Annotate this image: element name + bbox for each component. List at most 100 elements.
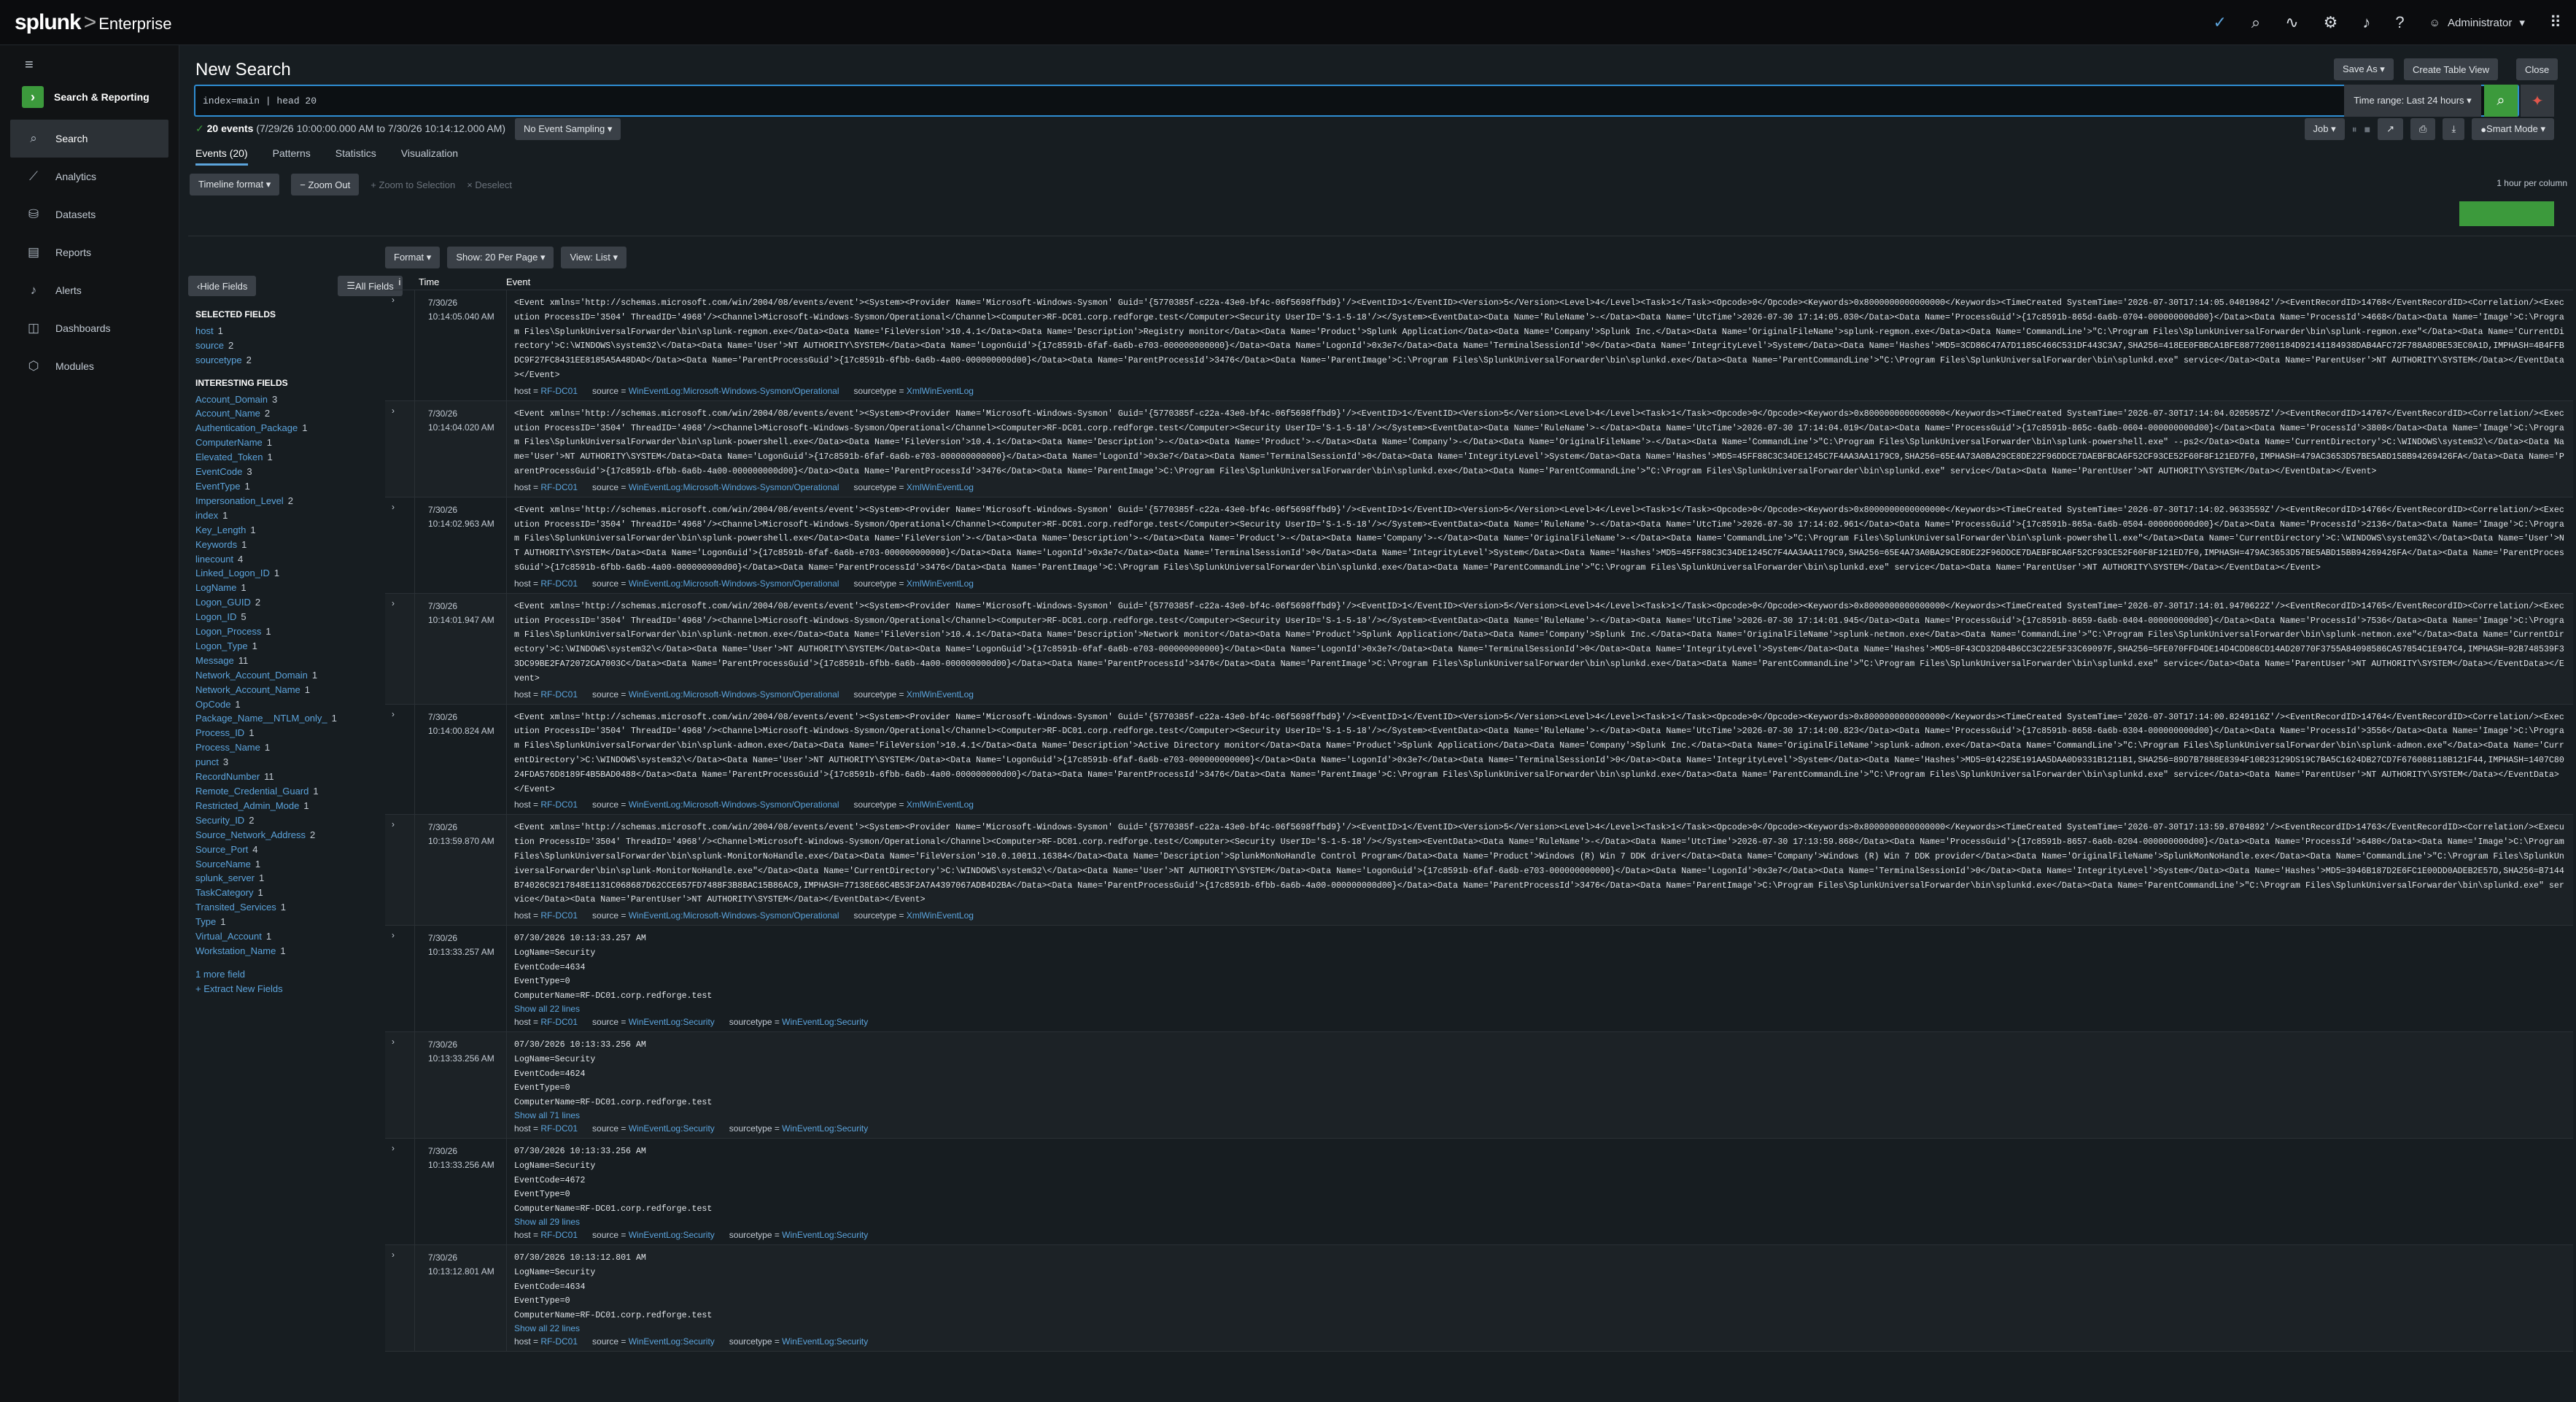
- user-menu[interactable]: ☺ Administrator ▾: [2429, 16, 2525, 30]
- field-item[interactable]: Logon_ID 5: [195, 610, 356, 624]
- search-submit-button[interactable]: ⌕: [2484, 85, 2518, 117]
- field-item[interactable]: Network_Account_Name 1: [195, 683, 356, 697]
- show-all-lines-link[interactable]: Show all 29 lines: [514, 1217, 2569, 1227]
- meta-value-host[interactable]: RF-DC01: [540, 578, 578, 589]
- stop-icon[interactable]: ■: [2364, 123, 2370, 135]
- meta-value-source[interactable]: WinEventLog:Microsoft-Windows-Sysmon/Ope…: [629, 910, 839, 921]
- field-item[interactable]: OpCode 1: [195, 697, 356, 712]
- field-item[interactable]: Workstation_Name 1: [195, 944, 356, 958]
- expand-chevron-icon[interactable]: ›: [385, 815, 401, 925]
- field-item[interactable]: Source_Port 4: [195, 843, 356, 857]
- create-table-view-button[interactable]: Create Table View: [2404, 58, 2499, 80]
- show-all-lines-link[interactable]: Show all 22 lines: [514, 1323, 2569, 1333]
- field-item[interactable]: source 2: [195, 338, 356, 353]
- field-item[interactable]: Account_Domain 3: [195, 392, 356, 407]
- timeline-chart[interactable]: [188, 198, 2576, 236]
- field-item[interactable]: EventCode 3: [195, 465, 356, 479]
- field-item[interactable]: Key_Length 1: [195, 523, 356, 538]
- view-dropdown[interactable]: View: List ▾: [561, 247, 627, 268]
- field-item[interactable]: LogName 1: [195, 581, 356, 595]
- export-button[interactable]: ⤓: [2443, 118, 2465, 140]
- field-item[interactable]: Security_ID 2: [195, 813, 356, 828]
- meta-value-host[interactable]: RF-DC01: [540, 1230, 578, 1240]
- expand-chevron-icon[interactable]: ›: [385, 401, 401, 497]
- field-item[interactable]: Remote_Credential_Guard 1: [195, 784, 356, 799]
- search-input[interactable]: index=main | head 20: [194, 85, 2519, 117]
- expand-chevron-icon[interactable]: ›: [385, 497, 401, 593]
- deselect-button[interactable]: × Deselect: [467, 179, 512, 190]
- sidebar-item-reports[interactable]: ▤ Reports: [0, 233, 179, 271]
- tab-events[interactable]: Events (20): [195, 147, 248, 166]
- expand-chevron-icon[interactable]: ›: [385, 1245, 401, 1351]
- meta-value-source[interactable]: WinEventLog:Security: [629, 1017, 715, 1027]
- time-column-header[interactable]: Time: [414, 276, 506, 287]
- meta-value-host[interactable]: RF-DC01: [540, 1123, 578, 1134]
- apps-grid-icon[interactable]: ⠿: [2550, 13, 2561, 32]
- meta-value-source[interactable]: WinEventLog:Microsoft-Windows-Sysmon/Ope…: [629, 578, 839, 589]
- field-item[interactable]: Source_Network_Address 2: [195, 828, 356, 843]
- field-item[interactable]: Process_ID 1: [195, 726, 356, 740]
- meta-value-source[interactable]: WinEventLog:Microsoft-Windows-Sysmon/Ope…: [629, 482, 839, 492]
- field-item[interactable]: ComputerName 1: [195, 435, 356, 450]
- field-item[interactable]: Keywords 1: [195, 538, 356, 552]
- field-item[interactable]: Account_Name 2: [195, 406, 356, 421]
- tab-patterns[interactable]: Patterns: [273, 147, 311, 166]
- field-item[interactable]: Logon_Process 1: [195, 624, 356, 639]
- job-dropdown[interactable]: Job ▾: [2304, 118, 2345, 140]
- activity-icon[interactable]: ∿: [2285, 13, 2298, 32]
- meta-value-host[interactable]: RF-DC01: [540, 1336, 578, 1347]
- event-sampling-dropdown[interactable]: No Event Sampling ▾: [515, 118, 621, 140]
- meta-value-sourcetype[interactable]: XmlWinEventLog: [907, 689, 974, 700]
- menu-icon[interactable]: ≡: [25, 57, 203, 86]
- field-item[interactable]: Authentication_Package 1: [195, 421, 356, 435]
- sidebar-item-alerts[interactable]: ♪ Alerts: [0, 271, 179, 309]
- field-item[interactable]: TaskCategory 1: [195, 886, 356, 900]
- field-item[interactable]: Virtual_Account 1: [195, 929, 356, 944]
- field-item[interactable]: RecordNumber 11: [195, 770, 356, 784]
- field-item[interactable]: Type 1: [195, 915, 356, 929]
- extract-fields-link[interactable]: + Extract New Fields: [195, 982, 356, 996]
- zoom-out-button[interactable]: − Zoom Out: [291, 174, 360, 195]
- per-page-dropdown[interactable]: Show: 20 Per Page ▾: [447, 247, 554, 268]
- field-item[interactable]: punct 3: [195, 755, 356, 770]
- meta-value-source[interactable]: WinEventLog:Microsoft-Windows-Sysmon/Ope…: [629, 386, 839, 396]
- pause-icon[interactable]: ⏸: [2352, 123, 2357, 136]
- sidebar-item-analytics[interactable]: ⟋ Analytics: [0, 158, 179, 195]
- time-range-picker[interactable]: Time range: Last 24 hours ▾: [2344, 85, 2481, 117]
- hide-fields-button[interactable]: ‹ Hide Fields: [188, 276, 257, 296]
- expand-chevron-icon[interactable]: ›: [385, 1139, 401, 1244]
- expand-chevron-icon[interactable]: ›: [385, 705, 401, 815]
- meta-value-source[interactable]: WinEventLog:Security: [629, 1230, 715, 1240]
- field-item[interactable]: Restricted_Admin_Mode 1: [195, 799, 356, 813]
- search-icon[interactable]: ⌕: [2251, 13, 2260, 32]
- field-item[interactable]: linecount 4: [195, 552, 356, 567]
- meta-value-host[interactable]: RF-DC01: [540, 1017, 578, 1027]
- meta-value-source[interactable]: WinEventLog:Microsoft-Windows-Sysmon/Ope…: [629, 799, 839, 810]
- field-item[interactable]: Linked_Logon_ID 1: [195, 566, 356, 581]
- meta-value-source[interactable]: WinEventLog:Security: [629, 1336, 715, 1347]
- pin-button[interactable]: ✦: [2521, 85, 2554, 117]
- timeline-bar[interactable]: [2459, 201, 2554, 226]
- splunk-logo[interactable]: splunk > Enterprise: [15, 10, 172, 35]
- field-item[interactable]: host 1: [195, 324, 356, 338]
- field-item[interactable]: Logon_Type 1: [195, 639, 356, 654]
- sidebar-item-datasets[interactable]: ⛁ Datasets: [0, 195, 179, 233]
- expand-chevron-icon[interactable]: ›: [385, 926, 401, 1031]
- meta-value-sourcetype[interactable]: WinEventLog:Security: [782, 1336, 868, 1347]
- meta-value-source[interactable]: WinEventLog:Microsoft-Windows-Sysmon/Ope…: [629, 689, 839, 700]
- meta-value-sourcetype[interactable]: XmlWinEventLog: [907, 578, 974, 589]
- field-item[interactable]: Package_Name__NTLM_only_ 1: [195, 711, 356, 726]
- help-icon[interactable]: ?: [2395, 13, 2404, 32]
- field-item[interactable]: Process_Name 1: [195, 740, 356, 755]
- close-button[interactable]: Close: [2516, 58, 2558, 80]
- field-item[interactable]: Logon_GUID 2: [195, 595, 356, 610]
- meta-value-sourcetype[interactable]: XmlWinEventLog: [907, 482, 974, 492]
- meta-value-sourcetype[interactable]: XmlWinEventLog: [907, 386, 974, 396]
- more-fields-link[interactable]: 1 more field: [195, 967, 356, 982]
- field-item[interactable]: index 1: [195, 508, 356, 523]
- meta-value-sourcetype[interactable]: XmlWinEventLog: [907, 910, 974, 921]
- expand-chevron-icon[interactable]: ›: [385, 290, 401, 400]
- meta-value-sourcetype[interactable]: WinEventLog:Security: [782, 1123, 868, 1134]
- print-button[interactable]: ⎙: [2410, 118, 2436, 140]
- meta-value-host[interactable]: RF-DC01: [540, 386, 578, 396]
